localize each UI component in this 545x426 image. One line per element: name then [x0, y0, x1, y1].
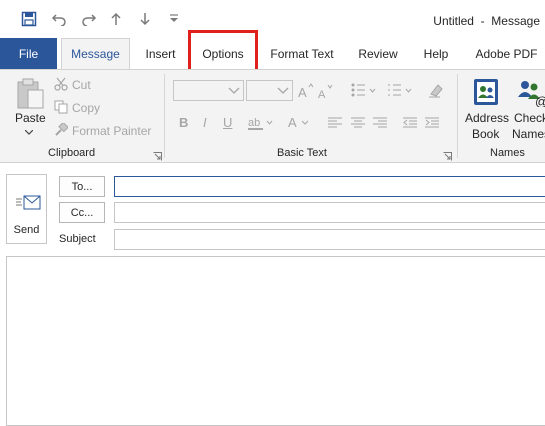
tab-adobe-pdf[interactable]: Adobe PDF — [468, 38, 545, 69]
svg-text:@: @ — [535, 94, 545, 107]
paste-icon[interactable] — [13, 76, 47, 110]
chevron-down-icon — [277, 85, 289, 99]
svg-text:ab: ab — [248, 117, 260, 129]
up-arrow-icon[interactable] — [109, 10, 123, 28]
font-size-combo[interactable] — [246, 80, 293, 101]
copy-label[interactable]: Copy — [72, 101, 100, 115]
message-body[interactable] — [6, 256, 545, 426]
window-title: Untitled - Message — [433, 14, 540, 28]
paste-label[interactable]: Paste — [15, 111, 46, 125]
underline-button[interactable]: U — [223, 115, 232, 130]
format-painter-label[interactable]: Format Painter — [72, 124, 151, 138]
align-left-icon[interactable] — [327, 116, 343, 130]
svg-text:A: A — [298, 85, 307, 98]
bullets-icon[interactable] — [350, 82, 378, 98]
cut-icon[interactable] — [53, 76, 69, 92]
save-icon[interactable] — [20, 10, 38, 28]
address-book-label[interactable]: Address — [465, 111, 509, 125]
copy-icon[interactable] — [53, 99, 69, 115]
bold-button[interactable]: B — [179, 115, 188, 130]
numbering-icon[interactable] — [386, 82, 414, 98]
down-arrow-icon[interactable] — [138, 10, 152, 28]
tab-file[interactable]: File — [0, 38, 57, 69]
shrink-font-icon[interactable]: A — [318, 82, 334, 100]
tab-review[interactable]: Review — [352, 38, 404, 69]
svg-text:A: A — [318, 89, 326, 99]
address-book-label-line2[interactable]: Book — [472, 127, 499, 141]
cut-label[interactable]: Cut — [72, 78, 91, 92]
tab-insert[interactable]: Insert — [137, 38, 184, 69]
to-button[interactable]: To... — [59, 176, 105, 197]
group-separator — [164, 74, 165, 158]
send-envelope-icon — [15, 193, 41, 213]
clear-formatting-icon[interactable] — [427, 81, 445, 99]
italic-button[interactable]: I — [203, 115, 207, 130]
highlight-color-icon[interactable]: ab — [247, 114, 275, 132]
tab-format-text[interactable]: Format Text — [262, 38, 342, 69]
font-color-button[interactable]: A — [288, 115, 297, 130]
decrease-indent-icon[interactable] — [402, 116, 418, 130]
font-name-combo[interactable] — [173, 80, 244, 101]
ribbon-tab-row: File Message Insert Options Format Text … — [0, 38, 545, 69]
send-button[interactable]: Send — [6, 174, 47, 244]
undo-icon[interactable] — [50, 10, 68, 28]
basic-text-group-label: Basic Text — [277, 147, 327, 159]
title-bar: Untitled - Message — [0, 0, 545, 38]
align-right-icon[interactable] — [372, 116, 388, 130]
subject-label: Subject — [59, 233, 96, 245]
paste-dropdown-icon[interactable] — [24, 128, 34, 136]
address-book-icon[interactable] — [470, 76, 502, 108]
check-names-icon[interactable]: @ — [515, 76, 545, 108]
increase-indent-icon[interactable] — [424, 116, 440, 130]
cc-button[interactable]: Cc... — [59, 202, 105, 223]
check-names-label[interactable]: Check — [514, 111, 545, 125]
tab-help[interactable]: Help — [414, 38, 458, 69]
to-field[interactable] — [114, 176, 545, 197]
cc-field[interactable] — [114, 202, 545, 223]
grow-font-icon[interactable]: A — [298, 81, 314, 99]
tab-options[interactable]: Options — [194, 38, 252, 69]
customize-toolbar-icon[interactable] — [167, 10, 181, 28]
names-group-label: Names — [490, 147, 525, 159]
subject-field[interactable] — [114, 229, 545, 250]
tab-message[interactable]: Message — [61, 38, 130, 69]
clipboard-dialog-launcher-icon[interactable] — [153, 150, 162, 161]
check-names-label-line2[interactable]: Names — [512, 127, 545, 141]
chevron-down-icon[interactable] — [300, 118, 310, 128]
group-separator — [457, 74, 458, 158]
ribbon: Paste Cut Copy Format Painter Clipboard … — [0, 69, 545, 163]
format-painter-icon[interactable] — [53, 122, 69, 138]
basic-text-dialog-launcher-icon[interactable] — [443, 150, 452, 161]
chevron-down-icon — [228, 85, 240, 99]
clipboard-group-label: Clipboard — [48, 147, 96, 159]
send-label: Send — [13, 224, 40, 236]
redo-icon[interactable] — [80, 10, 98, 28]
align-center-icon[interactable] — [350, 116, 366, 130]
